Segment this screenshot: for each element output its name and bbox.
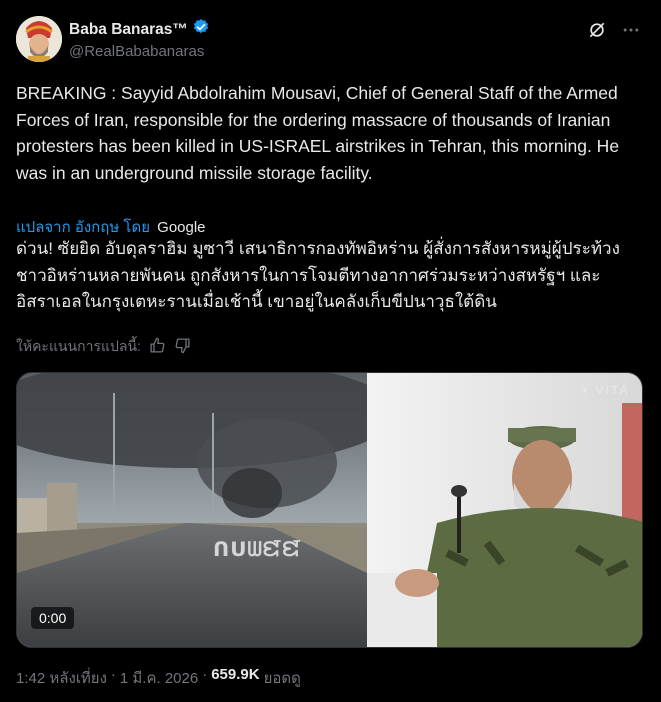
- rate-translation: ให้คะแนนการแปลนี้:: [16, 336, 191, 358]
- video-time-badge: 0:00: [31, 607, 75, 629]
- views-label: ยอดดู: [263, 670, 301, 687]
- tweet-date[interactable]: 1 มี.ค. 2026: [120, 666, 198, 690]
- thumbs-up-icon[interactable]: [149, 337, 166, 357]
- avatar[interactable]: [16, 16, 62, 62]
- author-name-row: Baba Banaras™: [69, 18, 210, 41]
- vita-logo-icon: ▾: [582, 383, 591, 397]
- translated-text: ด่วน! ซัยยิด อับดุลราฮิม มูซาวี เสนาธิกา…: [16, 239, 620, 311]
- tweet-actions-top: [587, 20, 641, 45]
- meta-separator: ·: [110, 666, 116, 683]
- translated-from-link[interactable]: แปลจาก อังกฤษ โดย: [16, 219, 150, 236]
- views-count: 659.9K: [211, 666, 260, 683]
- author-display-name[interactable]: Baba Banaras™: [69, 21, 188, 39]
- author-handle[interactable]: @RealBababanaras: [69, 43, 204, 60]
- meta-separator: ·: [202, 666, 208, 683]
- tweet-time[interactable]: 1:42 หลังเที่ยง: [16, 666, 107, 690]
- left-video-watermark: ᑎᑌᗯᘿᘿ: [213, 539, 302, 561]
- translation-provider: Google: [157, 219, 206, 236]
- right-video-watermark: ▾ VITA: [582, 383, 630, 397]
- tweet-meta: 1:42 หลังเที่ยง · 1 มี.ค. 2026 · 659.9K …: [16, 666, 301, 690]
- rate-translation-label: ให้คะแนนการแปลนี้:: [16, 338, 141, 354]
- thumbs-down-icon[interactable]: [174, 337, 191, 357]
- video-player[interactable]: ᑎᑌᗯᘿᘿ ▾ VITA 0:00: [16, 372, 643, 648]
- video-thumbnail: [17, 373, 642, 647]
- more-icon[interactable]: [621, 20, 641, 45]
- tweet-text: BREAKING : Sayyid Abdolrahim Mousavi, Ch…: [16, 83, 620, 183]
- grok-icon[interactable]: [587, 20, 607, 45]
- verified-badge-icon: [192, 18, 210, 41]
